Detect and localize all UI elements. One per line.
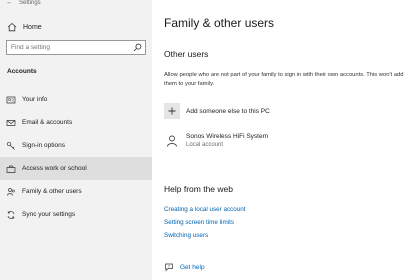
sidebar-item-sync-your-settings[interactable]: Sync your settings [0,203,152,226]
search-icon[interactable] [131,42,143,54]
sidebar-item-sign-in-options[interactable]: Sign-in options [0,134,152,157]
other-users-description: Allow people who are not part of your fa… [164,72,404,87]
user-icon [164,133,180,149]
briefcase-icon [6,164,16,174]
help-link-switching-users[interactable]: Switching users [164,232,208,239]
home-nav[interactable]: Home [0,18,152,36]
account-name: Sonos Wireless HiFi System [186,133,268,140]
sidebar-item-label: Email & accounts [22,119,73,126]
account-text: Sonos Wireless HiFi System Local account [186,133,268,149]
sidebar-item-label: Access work or school [22,165,87,172]
account-item[interactable]: Sonos Wireless HiFi System Local account [164,133,268,149]
sidebar-item-label: Family & other users [22,188,82,195]
add-someone-button[interactable]: Add someone else to this PC [164,103,270,119]
sidebar-item-label: Sync your settings [22,211,76,218]
window-title: Settings [19,0,41,6]
sidebar: ← Settings Home Accounts Your info Email … [0,0,152,280]
sync-icon [6,210,16,220]
sidebar-item-label: Sign-in options [22,142,65,149]
sidebar-item-family-other-users[interactable]: Family & other users [0,180,152,203]
home-icon [7,22,17,32]
home-label: Home [23,23,42,31]
get-help-link[interactable]: ? Get help [164,262,205,272]
search-box[interactable] [6,40,146,55]
account-type: Local account [186,142,224,148]
sidebar-item-label: Your info [22,96,48,103]
help-link-screen-time[interactable]: Setting screen time limits [164,219,234,226]
key-icon [6,141,16,151]
title-bar: ← Settings [0,0,158,8]
sidebar-item-access-work-or-school[interactable]: Access work or school [0,157,152,180]
help-link-local-account[interactable]: Creating a local user account [164,206,246,213]
main-content: Family & other users Other users Allow p… [152,0,420,280]
people-icon [6,187,16,197]
other-users-heading: Other users [164,49,209,59]
page-title: Family & other users [164,16,275,30]
sidebar-nav: Your info Email & accounts Sign-in optio… [0,88,152,226]
mail-icon [6,118,16,128]
sidebar-item-your-info[interactable]: Your info [0,88,152,111]
chat-help-icon: ? [164,262,174,272]
help-heading: Help from the web [164,184,233,194]
svg-text:?: ? [168,265,170,269]
add-someone-label: Add someone else to this PC [186,107,270,115]
search-input[interactable] [7,41,129,54]
section-header: Accounts [7,68,37,75]
get-help-label: Get help [180,263,205,271]
sidebar-item-email-accounts[interactable]: Email & accounts [0,111,152,134]
plus-icon [164,103,180,119]
user-card-icon [6,95,16,105]
back-arrow-icon[interactable]: ← [6,0,13,6]
